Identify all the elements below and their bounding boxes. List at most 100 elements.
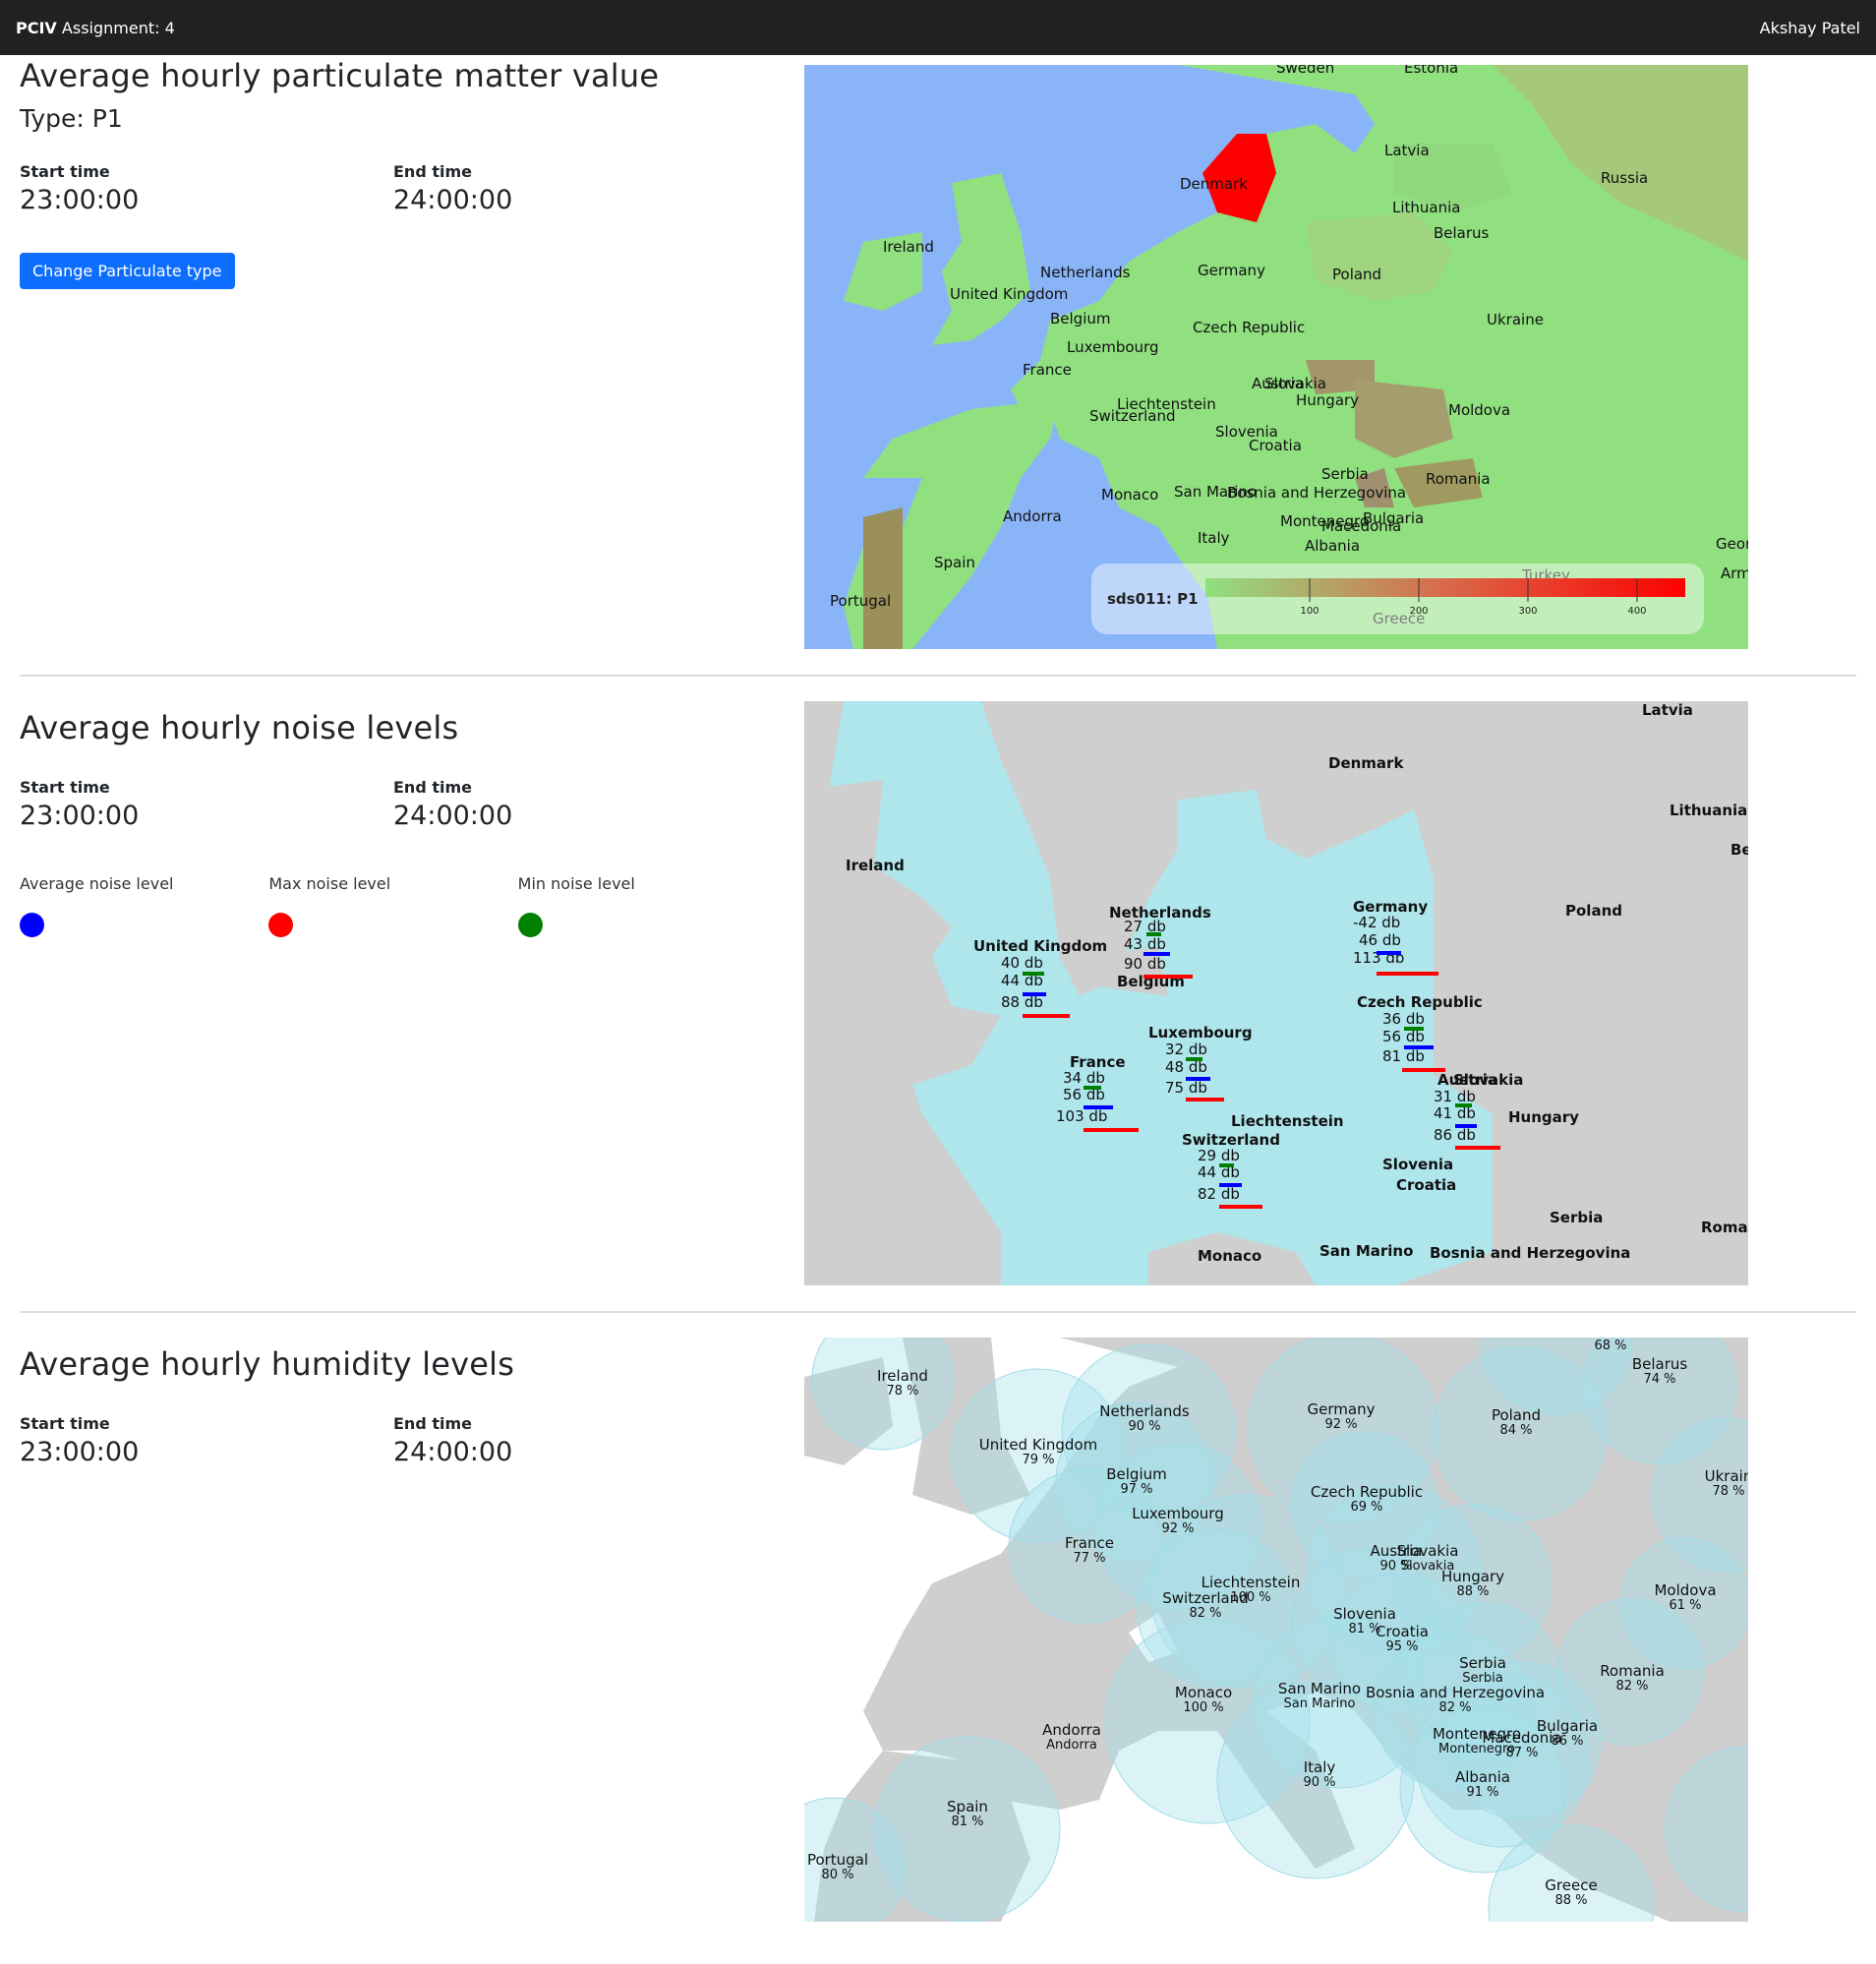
noise-legend: Average noise level Max noise level Min … bbox=[20, 874, 767, 937]
map-label: San Marino bbox=[1319, 1242, 1413, 1260]
station-name: Luxembourg bbox=[1148, 1024, 1253, 1042]
assignment-label: Assignment: 4 bbox=[61, 18, 175, 37]
navbar-brand[interactable]: PCIV Assignment: 4 bbox=[16, 19, 175, 37]
humidity-time-range: Start time 23:00:00 End time 24:00:00 bbox=[20, 1414, 767, 1467]
map-label: Croatia bbox=[1396, 1176, 1456, 1194]
map-label: Lithuania bbox=[1670, 802, 1747, 819]
pm-label: Slovakia bbox=[1264, 375, 1326, 392]
pm-label: Russia bbox=[1601, 169, 1648, 187]
item-name: Ukrain bbox=[1705, 1467, 1748, 1485]
map-label: Romani bbox=[1701, 1219, 1748, 1236]
max-noise-value: 75 db bbox=[1165, 1079, 1207, 1097]
pm-type: Type: P1 bbox=[20, 104, 123, 133]
item-name: Monaco bbox=[1175, 1684, 1232, 1701]
section-divider bbox=[20, 1311, 1856, 1313]
item-name: Poland bbox=[1492, 1406, 1541, 1424]
avg-noise-value: 46 db bbox=[1359, 931, 1401, 949]
humidity-title: Average hourly humidity levels bbox=[20, 1345, 515, 1383]
humidity-map[interactable]: Ireland 78 % Netherlands 90 % United Kingd… bbox=[804, 1338, 1748, 1922]
pm-label: Netherlands bbox=[1040, 264, 1131, 281]
item-value: 68 % bbox=[1594, 1339, 1626, 1353]
humidity-item-serbia[interactable]: SerbiaSerbia bbox=[1459, 1654, 1506, 1686]
legend-label-min: Min noise level bbox=[517, 874, 635, 893]
humidity-item-top[interactable]: 68 % bbox=[1594, 1339, 1626, 1353]
item-name: Germany bbox=[1308, 1400, 1376, 1418]
legend-tick-label: 100 bbox=[1300, 606, 1319, 617]
start-time-label: Start time bbox=[20, 162, 110, 181]
pm-section: Average hourly particulate matter value … bbox=[0, 55, 1876, 691]
map-label: Slovenia bbox=[1382, 1156, 1453, 1173]
section-divider bbox=[20, 675, 1856, 677]
item-value: 92 % bbox=[1324, 1417, 1357, 1432]
pm-label: Spain bbox=[934, 554, 975, 571]
pm-label: Germany bbox=[1198, 262, 1265, 279]
item-name: Albania bbox=[1455, 1768, 1510, 1786]
item-value: 90 % bbox=[1128, 1419, 1160, 1434]
item-name: Croatia bbox=[1376, 1623, 1429, 1640]
start-time-label: Start time bbox=[20, 1414, 110, 1433]
pm-choropleth-map[interactable]: Sweden Estonia Latvia Russia Denmark Lit… bbox=[804, 65, 1748, 649]
pm-label: Lithuania bbox=[1392, 199, 1460, 216]
item-name: Luxembourg bbox=[1132, 1505, 1224, 1522]
pm-color-legend: sds011: P1 100 200 300 400 bbox=[1091, 564, 1704, 634]
item-value: 78 % bbox=[886, 1384, 918, 1399]
item-value: 88 % bbox=[1456, 1584, 1489, 1599]
legend-tick-label: 200 bbox=[1409, 606, 1428, 617]
humidity-item-san-marino[interactable]: San MarinoSan Marino bbox=[1278, 1680, 1361, 1711]
avg-noise-dot-icon bbox=[20, 913, 44, 937]
pm-label: France bbox=[1023, 361, 1072, 379]
humidity-info-panel: Average hourly humidity levels Start tim… bbox=[20, 1328, 767, 1467]
item-name: France bbox=[1065, 1534, 1114, 1552]
min-noise-value: 29 db bbox=[1198, 1147, 1240, 1164]
humidity-map-svg: Ireland78 % Netherlands90 % United Kingd… bbox=[804, 1338, 1748, 1922]
pm-label: Andorra bbox=[1003, 507, 1062, 525]
item-name: Slovenia bbox=[1333, 1605, 1396, 1623]
item-value: 95 % bbox=[1385, 1639, 1418, 1654]
item-name: Czech Republic bbox=[1311, 1483, 1423, 1501]
item-value: 74 % bbox=[1643, 1372, 1675, 1387]
legend-title: sds011: P1 bbox=[1107, 590, 1199, 608]
pm-label: Bosnia and Herzegovina bbox=[1227, 484, 1406, 502]
item-name: Belarus bbox=[1632, 1355, 1688, 1373]
item-value: 61 % bbox=[1669, 1598, 1701, 1613]
pm-info-panel: Average hourly particulate matter value … bbox=[20, 55, 767, 289]
item-value: 90 % bbox=[1303, 1775, 1335, 1790]
legend-item-max: Max noise level bbox=[268, 874, 517, 937]
humidity-item-monaco[interactable]: Monaco100 % bbox=[1175, 1684, 1232, 1715]
noise-info-panel: Average hourly noise levels Start time 2… bbox=[20, 691, 767, 937]
top-navbar: PCIV Assignment: 4 Akshay Patel bbox=[0, 0, 1876, 55]
noise-map[interactable]: Latvia Denmark Lithuania Ireland Poland … bbox=[804, 701, 1748, 1285]
pm-label: Ireland bbox=[883, 238, 934, 256]
start-time-value: 23:00:00 bbox=[20, 185, 140, 215]
map-label: Latvia bbox=[1642, 701, 1693, 719]
land-portugal bbox=[863, 507, 903, 649]
change-particulate-type-button[interactable]: Change Particulate type bbox=[20, 253, 235, 289]
start-time-value: 23:00:00 bbox=[20, 1437, 140, 1467]
noise-map-svg: Latvia Denmark Lithuania Ireland Poland … bbox=[804, 701, 1748, 1285]
pm-label: Belgium bbox=[1050, 310, 1111, 327]
humidity-item-spain[interactable]: Spain81 % bbox=[947, 1798, 988, 1829]
pm-label: Serbia bbox=[1321, 465, 1369, 483]
humidity-section: Average hourly humidity levels Start tim… bbox=[0, 1328, 1876, 1964]
item-value: 88 % bbox=[1554, 1893, 1587, 1908]
humidity-item-andorra[interactable]: AndorraAndorra bbox=[1042, 1721, 1101, 1753]
item-value: 86 % bbox=[1551, 1734, 1583, 1749]
item-value: 78 % bbox=[1712, 1484, 1744, 1499]
humidity-item-italy[interactable]: Italy90 % bbox=[1303, 1758, 1335, 1790]
item-name: Bulgaria bbox=[1537, 1717, 1598, 1735]
brand-name: PCIV bbox=[16, 18, 57, 37]
noise-title: Average hourly noise levels bbox=[20, 709, 459, 746]
pm-label: Portugal bbox=[830, 592, 891, 610]
item-value: 100 % bbox=[1183, 1700, 1223, 1715]
max-noise-value: 82 db bbox=[1198, 1185, 1240, 1203]
map-label: Liechtenstein bbox=[1231, 1112, 1344, 1130]
end-time-label: End time bbox=[393, 162, 472, 181]
pm-label: Monaco bbox=[1101, 486, 1158, 504]
pm-label: Estonia bbox=[1404, 65, 1458, 77]
item-name: Belgium bbox=[1106, 1465, 1167, 1483]
pm-label: Bulgaria bbox=[1363, 509, 1424, 527]
pm-label: Moldova bbox=[1448, 401, 1510, 419]
user-name[interactable]: Akshay Patel bbox=[1760, 19, 1860, 37]
item-value: 84 % bbox=[1499, 1423, 1532, 1438]
pm-label: Romania bbox=[1426, 470, 1491, 488]
